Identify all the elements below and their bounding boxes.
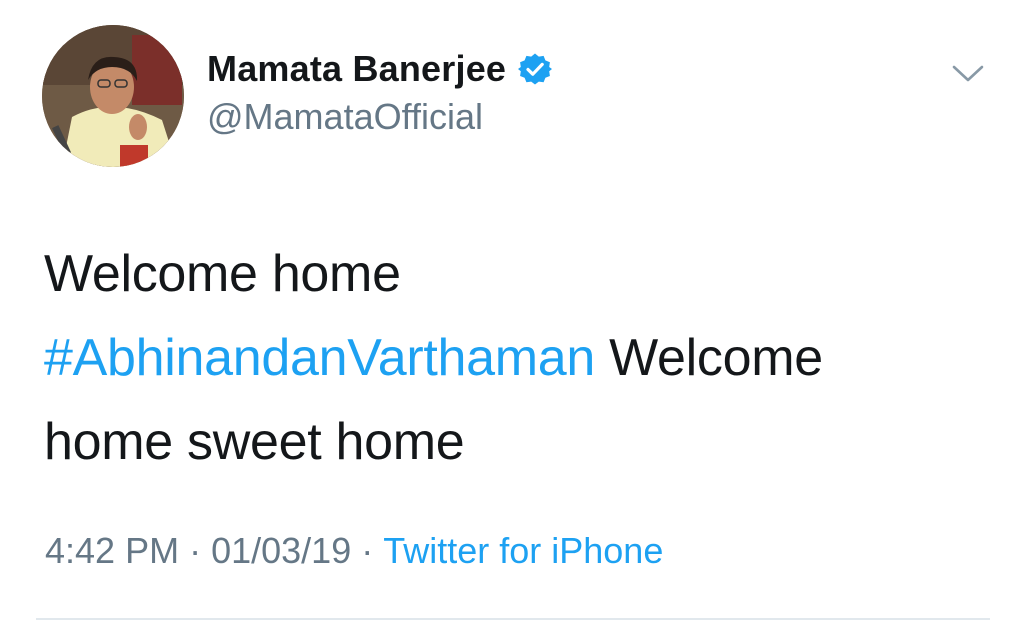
verified-badge-icon <box>518 52 553 86</box>
tweet-date: 01/03/19 <box>211 530 352 571</box>
hashtag-link[interactable]: #AbhinandanVarthaman <box>44 329 595 387</box>
tweet-time: 4:42 PM <box>45 530 180 571</box>
meta-separator: · <box>361 530 374 571</box>
tweet-text-part: Welcome home <box>44 245 401 303</box>
author-name-row: Mamata Banerjee <box>207 46 553 92</box>
source-link[interactable]: Twitter for iPhone <box>383 530 663 571</box>
tweet-text: Welcome home #AbhinandanVarthaman Welcom… <box>44 232 964 484</box>
user-handle[interactable]: @MamataOfficial <box>207 96 483 138</box>
tweet-meta: 4:42 PM · 01/03/19 · Twitter for iPhone <box>45 530 663 572</box>
avatar[interactable] <box>42 25 184 167</box>
display-name[interactable]: Mamata Banerjee <box>207 48 506 90</box>
divider <box>36 618 990 620</box>
chevron-down-icon[interactable] <box>950 62 986 86</box>
profile-photo-icon <box>42 25 184 167</box>
tweet-card: Mamata Banerjee @MamataOfficial Welcome … <box>0 0 1024 639</box>
meta-separator: · <box>189 530 202 571</box>
